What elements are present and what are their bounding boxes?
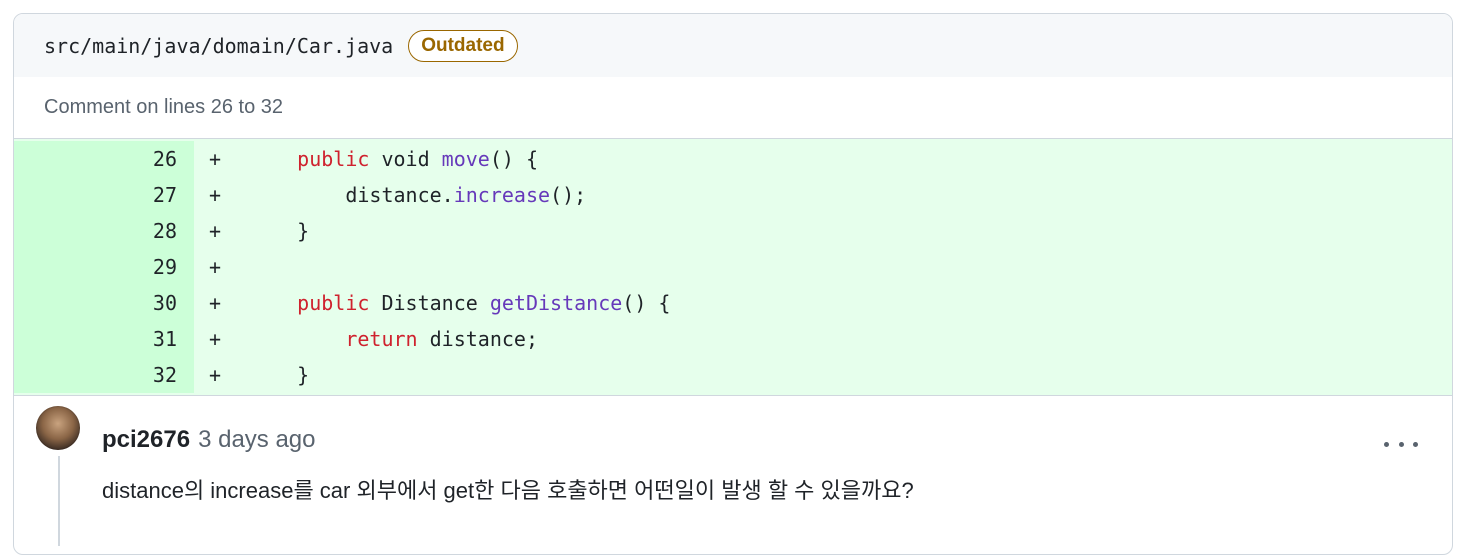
code-token: distance.	[249, 183, 454, 207]
kebab-horizontal-icon[interactable]	[1384, 429, 1418, 459]
diff-line: 32 + }	[14, 357, 1452, 393]
code-token: increase	[453, 183, 551, 207]
diff-line: 29 +	[14, 249, 1452, 285]
code-line: }	[249, 363, 309, 387]
diff-line: 26 + public void move() {	[14, 141, 1452, 177]
code-token: distance;	[417, 327, 538, 351]
code-token: return	[345, 327, 418, 351]
code-line: public Distance getDistance() {	[249, 291, 670, 315]
dot	[1384, 441, 1389, 447]
added-marker: +	[209, 147, 222, 171]
code-line: public void move() {	[249, 147, 538, 171]
code-token: }	[249, 219, 310, 243]
added-marker: +	[209, 327, 222, 351]
thread-line	[58, 456, 60, 546]
added-marker: +	[209, 183, 222, 207]
code-line: return distance;	[249, 327, 538, 351]
code-token: }	[249, 363, 310, 387]
code-token: () {	[622, 291, 671, 315]
added-marker: +	[209, 255, 222, 279]
review-comment-card: src/main/java/domain/Car.java Outdated C…	[13, 13, 1453, 555]
code-token: getDistance	[489, 291, 623, 315]
code-token: move	[441, 147, 490, 171]
comment-body: distance의 increase를 car 외부에서 get한 다음 호출하…	[102, 478, 914, 503]
code-token: void	[369, 147, 442, 171]
comment: pci2676 3 days ago distance의 increase를 c…	[14, 396, 1452, 546]
code-token: public	[297, 291, 370, 315]
comment-range-label: Comment on lines 26 to 32	[14, 77, 1452, 139]
diff-line: 30 + public Distance getDistance() {	[14, 285, 1452, 321]
code-line: }	[249, 219, 309, 243]
line-number[interactable]: 32	[14, 363, 177, 387]
code-token: public	[297, 147, 370, 171]
code-line: distance.increase();	[249, 183, 586, 207]
diff-hunk: 26 + public void move() {27 + distance.inc…	[14, 139, 1452, 396]
diff-line: 28 + }	[14, 213, 1452, 249]
line-number[interactable]: 28	[14, 219, 177, 243]
line-number[interactable]: 27	[14, 183, 177, 207]
code-token: Distance	[369, 291, 490, 315]
added-marker: +	[209, 363, 222, 387]
added-marker: +	[209, 291, 222, 315]
file-header: src/main/java/domain/Car.java Outdated	[14, 14, 1452, 77]
outdated-badge: Outdated	[408, 29, 518, 62]
code-token: () {	[489, 147, 539, 171]
file-path-link[interactable]: src/main/java/domain/Car.java	[44, 34, 393, 58]
line-number[interactable]: 26	[14, 147, 177, 171]
diff-line: 31 + return distance;	[14, 321, 1452, 357]
added-marker: +	[209, 219, 222, 243]
comment-author[interactable]: pci2676	[102, 426, 190, 454]
line-number[interactable]: 29	[14, 255, 177, 279]
comment-header: pci2676 3 days ago	[102, 426, 316, 462]
line-number[interactable]: 31	[14, 327, 177, 351]
dot	[1398, 441, 1404, 447]
dot	[1413, 441, 1418, 447]
avatar[interactable]	[36, 406, 80, 450]
comment-timestamp[interactable]: 3 days ago	[198, 426, 315, 454]
code-token: ();	[550, 183, 587, 207]
line-number[interactable]: 30	[14, 291, 177, 315]
diff-line: 27 + distance.increase();	[14, 177, 1452, 213]
